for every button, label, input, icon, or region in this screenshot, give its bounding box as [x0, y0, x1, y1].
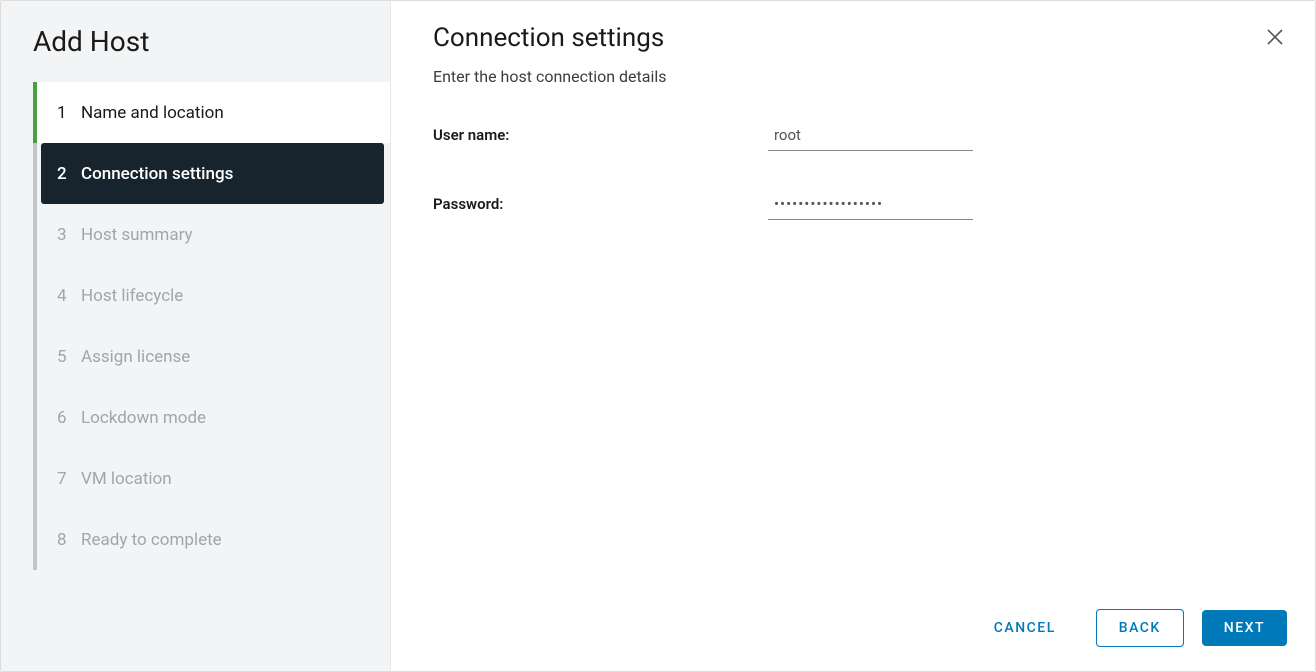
password-input[interactable]: [768, 191, 973, 220]
panel-header: Connection settings Enter the host conne…: [391, 1, 1315, 122]
wizard-footer: CANCEL BACK NEXT: [391, 591, 1315, 671]
step-name-and-location[interactable]: 1 Name and location: [33, 82, 390, 143]
step-number: 2: [57, 164, 81, 184]
step-assign-license: 5 Assign license: [33, 326, 390, 387]
username-label: User name:: [433, 122, 768, 144]
cancel-button[interactable]: CANCEL: [972, 610, 1078, 646]
panel-title: Connection settings: [433, 23, 1273, 53]
step-track-completed: [33, 82, 37, 143]
step-label: Assign license: [81, 347, 190, 367]
back-button[interactable]: BACK: [1096, 609, 1184, 647]
step-label: Ready to complete: [81, 530, 222, 550]
step-label: VM location: [81, 469, 172, 489]
password-row: Password:: [433, 191, 1273, 220]
step-label: Host lifecycle: [81, 286, 183, 306]
step-number: 7: [57, 469, 81, 489]
step-number: 3: [57, 225, 81, 245]
username-input[interactable]: [768, 122, 973, 151]
step-lockdown-mode: 6 Lockdown mode: [33, 387, 390, 448]
step-label: Host summary: [81, 225, 193, 245]
step-number: 6: [57, 408, 81, 428]
step-label: Connection settings: [81, 164, 233, 184]
add-host-wizard: Add Host 1 Name and location 2 Connectio…: [0, 0, 1316, 672]
step-ready-to-complete: 8 Ready to complete: [33, 509, 390, 570]
step-number: 1: [57, 103, 81, 123]
step-number: 8: [57, 530, 81, 550]
next-button[interactable]: NEXT: [1202, 610, 1287, 646]
step-vm-location: 7 VM location: [33, 448, 390, 509]
step-label: Lockdown mode: [81, 408, 206, 428]
password-label: Password:: [433, 191, 768, 213]
step-host-summary: 3 Host summary: [33, 204, 390, 265]
step-host-lifecycle: 4 Host lifecycle: [33, 265, 390, 326]
step-number: 5: [57, 347, 81, 367]
step-connection-settings[interactable]: 2 Connection settings: [41, 143, 384, 204]
username-row: User name:: [433, 122, 1273, 151]
close-icon: [1266, 28, 1284, 46]
wizard-title: Add Host: [1, 25, 390, 82]
wizard-main-panel: Connection settings Enter the host conne…: [391, 1, 1315, 671]
step-number: 4: [57, 286, 81, 306]
wizard-sidebar: Add Host 1 Name and location 2 Connectio…: [1, 1, 391, 671]
close-button[interactable]: [1265, 27, 1285, 47]
step-label: Name and location: [81, 103, 224, 123]
connection-form: User name: Password:: [391, 122, 1315, 260]
wizard-steps: 1 Name and location 2 Connection setting…: [1, 82, 390, 570]
panel-subtitle: Enter the host connection details: [433, 67, 1273, 86]
